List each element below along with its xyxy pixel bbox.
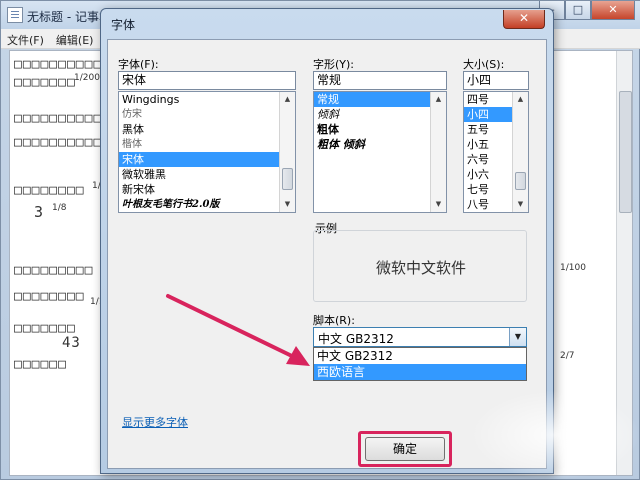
style-list-item[interactable]: 粗体: [314, 122, 430, 137]
size-list-item[interactable]: 小五: [464, 137, 512, 152]
size-label: 大小(S):: [463, 58, 505, 71]
script-option-highlighted[interactable]: 西欧语言: [314, 364, 526, 380]
text-fragment: 1/8: [52, 203, 67, 213]
font-list-item[interactable]: 微软雅黑: [119, 167, 279, 182]
script-label: 脚本(R):: [313, 314, 355, 327]
close-icon[interactable]: ✕: [503, 10, 545, 29]
text-line: □□□□□□□□□: [14, 263, 94, 278]
arrow-up-icon[interactable]: ▲: [280, 92, 295, 107]
text-line: □□□□□□: [14, 357, 67, 372]
notepad-title: 无标题 - 记事本: [27, 10, 111, 24]
style-list[interactable]: 常规 倾斜 粗体 粗体 倾斜 ▲ ▼: [313, 91, 447, 213]
style-list-item[interactable]: 倾斜: [314, 107, 430, 122]
sample-text: 微软中文软件: [375, 259, 466, 277]
show-more-fonts-link[interactable]: 显示更多字体: [122, 414, 188, 430]
text-line: □□□□□□□□□□: [14, 111, 103, 126]
script-dropdown-list[interactable]: 中文 GB2312 西欧语言: [313, 347, 527, 381]
arrow-up-icon[interactable]: ▲: [513, 92, 528, 107]
font-input[interactable]: 宋体: [118, 71, 296, 90]
arrow-down-icon[interactable]: ▼: [513, 197, 528, 212]
style-list-item-selected[interactable]: 常规: [314, 92, 430, 107]
text-line: □□□□□□□□: [14, 289, 85, 304]
text-line: □□□□□□□: [14, 75, 76, 90]
arrow-up-icon[interactable]: ▲: [431, 92, 446, 107]
text-fragment: 2/7: [560, 351, 575, 361]
watermark-glow: [470, 390, 640, 480]
text-line: □□□□□□□□□□: [14, 57, 103, 72]
text-line: □□□□□□□: [14, 321, 76, 336]
size-list-scrollbar[interactable]: ▲ ▼: [512, 92, 528, 212]
arrow-down-icon[interactable]: ▼: [431, 197, 446, 212]
text-fragment: 1/100: [560, 263, 586, 273]
size-list-item[interactable]: 七号: [464, 182, 512, 197]
font-list-item[interactable]: 叶根友毛笔行书2.0版: [119, 197, 279, 212]
scroll-thumb[interactable]: [515, 172, 526, 190]
menu-edit[interactable]: 编辑(E): [50, 29, 100, 48]
script-option[interactable]: 中文 GB2312: [314, 348, 526, 364]
ok-button[interactable]: 确定: [365, 437, 445, 461]
menu-file[interactable]: 文件(F): [1, 29, 50, 48]
style-label: 字形(Y):: [313, 58, 355, 71]
style-list-scrollbar[interactable]: ▲ ▼: [430, 92, 446, 212]
size-list-item[interactable]: 小六: [464, 167, 512, 182]
font-list-item[interactable]: 楷体: [119, 137, 279, 152]
font-label: 字体(F):: [118, 58, 159, 71]
size-list-item[interactable]: 八号: [464, 197, 512, 212]
font-list-scrollbar[interactable]: ▲ ▼: [279, 92, 295, 212]
size-list-item-selected[interactable]: 小四: [464, 107, 512, 122]
close-icon[interactable]: ✕: [591, 1, 635, 20]
maximize-icon[interactable]: □: [565, 1, 591, 20]
size-list[interactable]: 四号 小四 五号 小五 六号 小六 七号 八号 ▲ ▼: [463, 91, 529, 213]
text-line: □□□□□□□□□□: [14, 135, 103, 150]
notepad-app-icon: [7, 7, 23, 23]
script-select[interactable]: 中文 GB2312 ▼: [313, 327, 527, 347]
text-fragment: 43: [62, 335, 81, 351]
scroll-thumb[interactable]: [282, 168, 293, 190]
font-list-item-selected[interactable]: 宋体: [119, 152, 279, 167]
font-list-item[interactable]: Wingdings: [119, 92, 279, 107]
style-input[interactable]: 常规: [313, 71, 447, 90]
sample-box: 微软中文软件: [313, 230, 527, 302]
text-fragment: 3: [34, 203, 45, 221]
font-list-item[interactable]: 新宋体: [119, 182, 279, 197]
text-line: □□□□□□□□: [14, 183, 85, 198]
dialog-title: 字体: [111, 18, 136, 32]
font-list-item[interactable]: 仿宋: [119, 107, 279, 122]
size-input[interactable]: 小四: [463, 71, 529, 90]
chevron-down-icon[interactable]: ▼: [509, 328, 526, 346]
size-list-item[interactable]: 四号: [464, 92, 512, 107]
size-list-item[interactable]: 五号: [464, 122, 512, 137]
size-list-item[interactable]: 六号: [464, 152, 512, 167]
script-select-value: 中文 GB2312: [318, 332, 394, 346]
arrow-down-icon[interactable]: ▼: [280, 197, 295, 212]
font-list[interactable]: Wingdings 仿宋 黑体 楷体 宋体 微软雅黑 新宋体 叶根友毛笔行书2.…: [118, 91, 296, 213]
text-fragment: 1/200: [74, 73, 100, 83]
font-list-item[interactable]: 黑体: [119, 122, 279, 137]
style-list-item[interactable]: 粗体 倾斜: [314, 137, 430, 152]
